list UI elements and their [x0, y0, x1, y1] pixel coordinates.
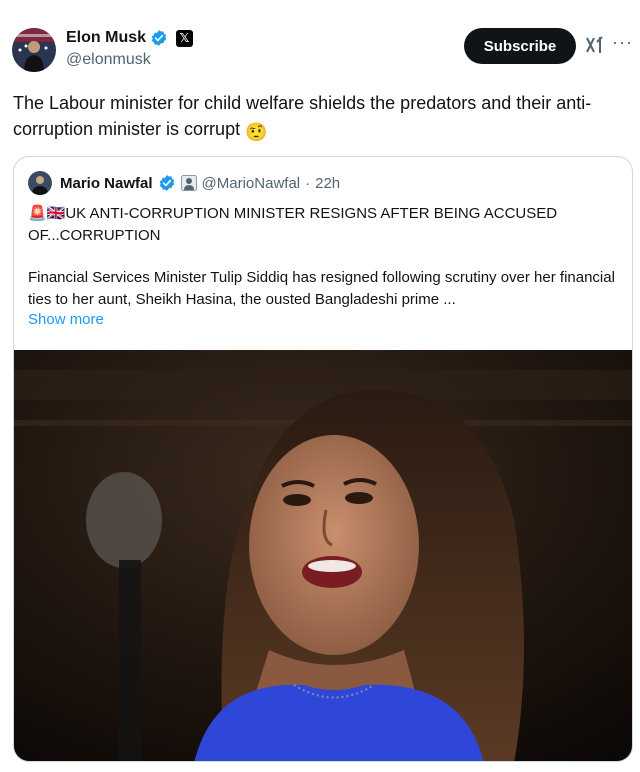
author-name[interactable]: Elon Musk: [66, 29, 146, 47]
author-handle[interactable]: @elonmusk: [66, 51, 151, 69]
verified-badge-icon: [150, 29, 168, 47]
tweet-text-body: The Labour minister for child welfare sh…: [13, 93, 592, 139]
raised-eyebrow-emoji: 🤨: [245, 122, 268, 142]
x-affiliation-icon: 𝕏: [176, 29, 194, 47]
grok-icon[interactable]: [584, 34, 606, 56]
quoted-tweet-photo[interactable]: [14, 350, 632, 761]
quoted-author-handle[interactable]: @MarioNawfal: [202, 175, 301, 192]
tweet-text: The Labour minister for child welfare sh…: [13, 90, 623, 145]
affiliate-badge-icon: [180, 175, 197, 191]
show-more-link[interactable]: Show more: [28, 311, 104, 328]
quoted-author-avatar[interactable]: [28, 171, 52, 195]
author-avatar[interactable]: [12, 28, 56, 72]
quoted-body-text: Financial Services Minister Tulip Siddiq…: [28, 269, 615, 308]
more-options-icon[interactable]: ···: [612, 32, 633, 53]
subscribe-button[interactable]: Subscribe: [464, 28, 576, 64]
author-name-line: Elon Musk 𝕏: [66, 29, 194, 47]
quoted-headline: 🚨🇬🇧UK ANTI-CORRUPTION MINISTER RESIGNS A…: [28, 205, 558, 244]
quoted-timestamp[interactable]: 22h: [315, 175, 340, 192]
quoted-separator: ·: [305, 174, 311, 192]
quoted-tweet-header: Mario Nawfal @MarioNawfal · 22h: [28, 171, 340, 195]
quoted-author-name[interactable]: Mario Nawfal: [60, 175, 153, 192]
quoted-tweet-card[interactable]: Mario Nawfal @MarioNawfal · 22h 🚨🇬🇧UK AN…: [13, 156, 633, 762]
tweet-author-row: Elon Musk 𝕏 @elonmusk Subscribe ···: [12, 26, 632, 76]
quoted-verified-badge-icon: [158, 174, 176, 192]
